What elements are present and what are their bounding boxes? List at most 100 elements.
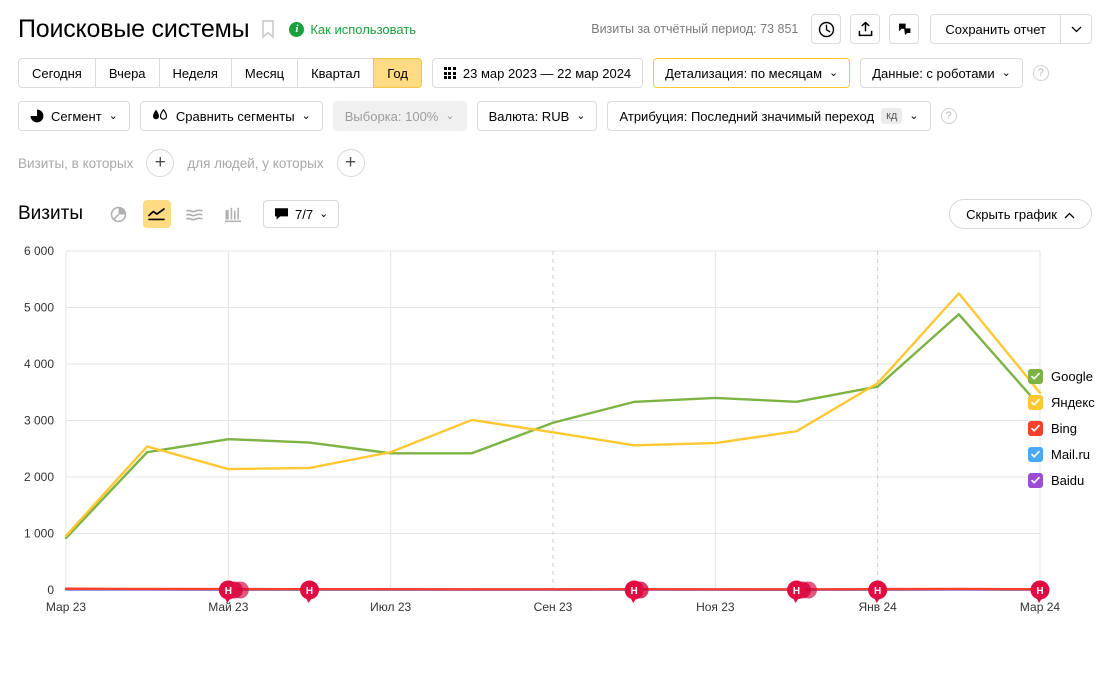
help-icon[interactable]: ? [1032, 65, 1049, 81]
add-people-condition-button[interactable]: + [336, 149, 365, 177]
x-axis-tick-label: Май 23 [208, 600, 249, 614]
visits-condition-label: Визиты, в которых [18, 155, 134, 171]
visits-summary: Визиты за отчётный период: 73 851 [591, 22, 799, 36]
hide-chart-label: Скрыть график [966, 206, 1057, 222]
how-to-use-label: Как использовать [310, 21, 417, 37]
line-chart-icon[interactable] [142, 200, 171, 228]
clock-icon[interactable] [811, 14, 842, 44]
legend-label: Baidu [1051, 473, 1085, 488]
chevron-down-icon[interactable] [1060, 14, 1092, 44]
chart-legend: Google Яндекс Bing Mail.ru Baidu [1028, 369, 1095, 488]
annotation-tail [305, 597, 313, 603]
comment-bubble-icon [274, 208, 288, 220]
legend-checkbox-mail.ru[interactable] [1028, 447, 1043, 462]
add-visit-condition-button[interactable]: + [146, 149, 175, 177]
annotation-label: Н [225, 586, 232, 597]
attribution-label: Атрибуция: Последний значимый переход [619, 108, 875, 124]
annotation-tail [792, 597, 800, 603]
chevron-down-icon: ⌄ [319, 207, 329, 220]
period-buttons: Сегодня Вчера Неделя Месяц Квартал Год [18, 58, 422, 88]
chevron-down-icon: ⌄ [301, 109, 311, 122]
legend-item-mail.ru[interactable]: Mail.ru [1028, 447, 1095, 462]
legend-item-baidu[interactable]: Baidu [1028, 473, 1095, 488]
visits-line-chart[interactable]: 0 1 000 2 000 3 000 4 000 5 000 6 000 Мар 23 Май… [0, 241, 1104, 621]
comments-icon[interactable] [889, 14, 920, 44]
sampling-label: Выборка: 100% [344, 108, 439, 124]
annotation-label: Н [874, 586, 881, 597]
chart-metric-title: Визиты [18, 203, 83, 224]
chevron-down-icon: ⌄ [445, 109, 455, 122]
date-range-label: 23 мар 2023 — 22 мар 2024 [462, 65, 632, 81]
period-year[interactable]: Год [373, 58, 422, 88]
bar-chart-icon[interactable] [219, 200, 247, 228]
chart-container: 0 1 000 2 000 3 000 4 000 5 000 6 000 Мар 23 Май… [0, 241, 1104, 641]
people-condition-label: для людей, у которых [187, 155, 324, 171]
annotation-label: Н [631, 586, 638, 597]
chevron-down-icon: ⌄ [829, 66, 839, 79]
compare-segments-label: Сравнить сегменты [175, 108, 295, 124]
legend-checkbox-bing[interactable] [1028, 421, 1043, 436]
x-axis-tick-label: Янв 24 [858, 600, 897, 614]
metrics-count-label: 7/7 [294, 206, 314, 222]
legend-item-bing[interactable]: Bing [1028, 421, 1095, 436]
chevron-down-icon: ⌄ [909, 109, 919, 122]
bookmark-icon[interactable] [261, 19, 275, 39]
legend-item-google[interactable]: Google [1028, 369, 1095, 384]
x-axis-tick-label: Ноя 23 [696, 600, 735, 614]
info-icon: i [289, 21, 305, 37]
date-range-picker[interactable]: 23 мар 2023 — 22 мар 2024 [431, 58, 644, 88]
chart-toolbar: Визиты 7/7 ⌄ Скрыть график [0, 199, 1104, 229]
save-report-group: Сохранить отчет [930, 14, 1092, 44]
how-to-use-link[interactable]: i Как использовать [289, 21, 417, 37]
legend-checkbox-яндекс[interactable] [1028, 395, 1043, 410]
x-axis-tick-label: Июл 23 [370, 600, 411, 614]
chevron-down-icon: ⌄ [576, 109, 586, 122]
hide-chart-button[interactable]: Скрыть график [949, 199, 1092, 229]
chart-annotation-marker[interactable]: Н [787, 580, 817, 604]
annotation-tail [630, 597, 638, 603]
save-report-button[interactable]: Сохранить отчет [930, 14, 1060, 44]
metrics-count-dropdown[interactable]: 7/7 ⌄ [262, 200, 340, 228]
segment-label: Сегмент [51, 108, 102, 124]
y-axis-tick-label: 6 000 [24, 244, 54, 258]
y-axis-tick-label: 4 000 [24, 357, 54, 371]
pie-segment-icon [30, 109, 44, 123]
legend-item-яндекс[interactable]: Яндекс [1028, 395, 1095, 410]
legend-label: Mail.ru [1051, 447, 1091, 462]
currency-dropdown[interactable]: Валюта: RUB ⌄ [476, 101, 598, 131]
period-month[interactable]: Месяц [230, 58, 298, 88]
compare-drops-icon [152, 109, 167, 120]
y-axis-tick-label: 3 000 [24, 414, 54, 428]
detail-level-label: Детализация: по месяцам [665, 65, 823, 81]
legend-checkbox-google[interactable] [1028, 369, 1043, 384]
chevron-down-icon: ⌄ [1001, 66, 1011, 79]
period-today[interactable]: Сегодня [18, 58, 95, 88]
area-chart-icon[interactable] [181, 200, 209, 228]
chart-annotation-marker[interactable]: Н [624, 580, 649, 604]
attribution-dropdown[interactable]: Атрибуция: Последний значимый переход кд… [607, 101, 931, 131]
data-type-label: Данные: с роботами [872, 65, 995, 81]
legend-checkbox-baidu[interactable] [1028, 473, 1043, 488]
y-axis-tick-label: 5 000 [24, 301, 54, 315]
help-icon[interactable]: ? [940, 108, 957, 124]
detail-level-dropdown[interactable]: Детализация: по месяцам ⌄ [653, 58, 851, 88]
period-yesterday[interactable]: Вчера [94, 58, 159, 88]
data-type-dropdown[interactable]: Данные: с роботами ⌄ [860, 58, 1023, 88]
legend-label: Яндекс [1051, 395, 1095, 410]
page-title: Поисковые системы [18, 14, 250, 43]
pie-chart-icon[interactable] [105, 200, 133, 228]
goal-filter-row: Визиты, в которых + для людей, у которых… [0, 149, 1104, 177]
chart-annotation-marker[interactable]: Н [300, 580, 319, 604]
series-line-bing[interactable] [64, 587, 1042, 591]
x-axis-tick-label: Сен 23 [534, 600, 573, 614]
attribution-badge: кд [881, 108, 903, 124]
period-filter-row: Сегодня Вчера Неделя Месяц Квартал Год 2… [0, 58, 1104, 88]
segment-filter-row: Сегмент ⌄ Сравнить сегменты ⌄ Выборка: 1… [0, 101, 1104, 131]
compare-segments-dropdown[interactable]: Сравнить сегменты ⌄ [139, 101, 323, 131]
period-quarter[interactable]: Квартал [297, 58, 374, 88]
page-header: Поисковые системы i Как использовать Виз… [0, 0, 1104, 46]
period-week[interactable]: Неделя [158, 58, 231, 88]
segment-dropdown[interactable]: Сегмент ⌄ [18, 101, 130, 131]
y-axis-tick-label: 2 000 [24, 470, 54, 484]
export-icon[interactable] [850, 14, 881, 44]
